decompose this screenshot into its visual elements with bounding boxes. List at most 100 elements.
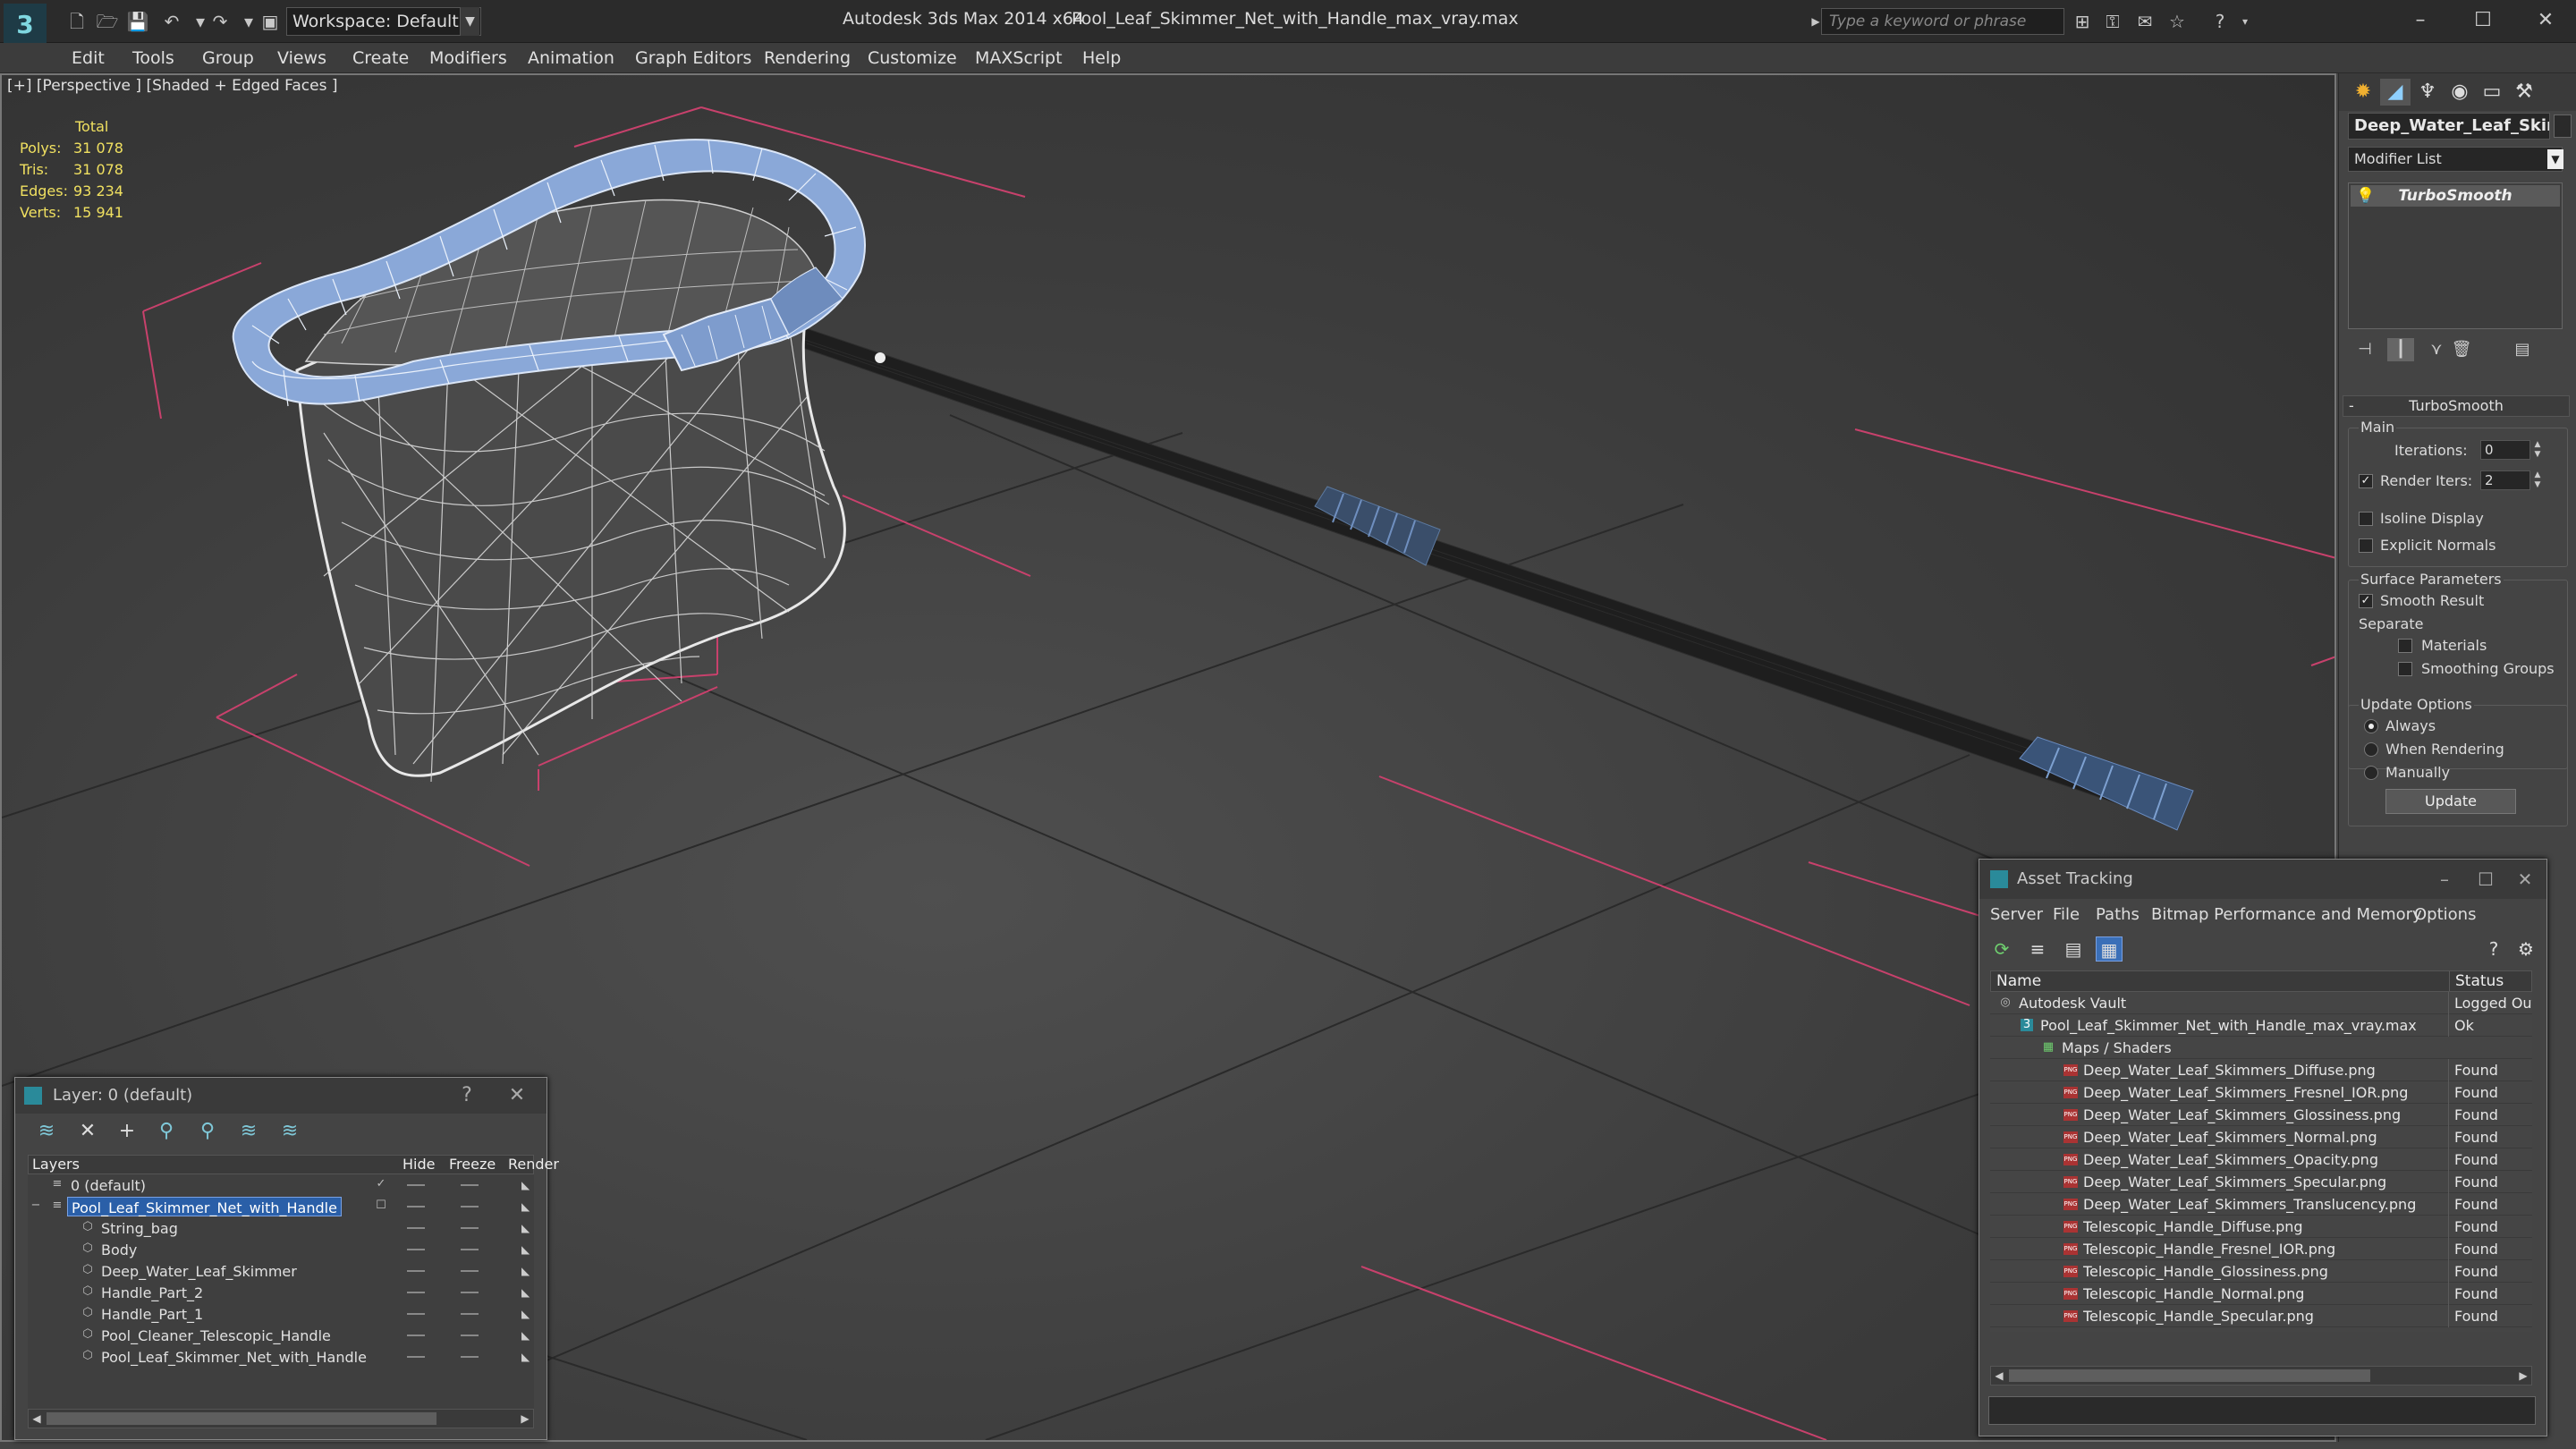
motion-tab-icon[interactable]: ◉: [2445, 79, 2475, 106]
detail-view-icon[interactable]: ▤: [2060, 936, 2087, 962]
create-tab-icon[interactable]: ✹: [2348, 79, 2378, 106]
explicit-normals-checkbox[interactable]: [2359, 538, 2373, 553]
layer-row[interactable]: − ≡ Pool_Leaf_Skimmer_Net_with_Handle ☐ ◣: [28, 1196, 534, 1217]
spinner-arrows-icon[interactable]: ▲ ▼: [2532, 470, 2543, 490]
render-teapot-icon[interactable]: ◣: [521, 1286, 536, 1299]
utilities-tab-icon[interactable]: ⚒: [2509, 79, 2539, 106]
asset-row[interactable]: ◎ Autodesk Vault Logged Out ...: [1990, 992, 2532, 1014]
isoline-display-checkbox[interactable]: [2359, 512, 2373, 526]
menu-modifiers[interactable]: Modifiers: [429, 43, 507, 73]
select-objects-icon[interactable]: ⚲: [153, 1119, 180, 1144]
render-iters-checkbox[interactable]: ✓: [2359, 474, 2373, 488]
layer-window-title-bar[interactable]: Layer: 0 (default) ? ✕: [15, 1078, 547, 1114]
asset-row[interactable]: PNG Telescopic_Handle_Specular.png Found: [1990, 1305, 2532, 1327]
freeze-all-icon[interactable]: ≋: [276, 1119, 303, 1144]
freeze-toggle[interactable]: [461, 1292, 479, 1293]
stack-item-turbosmooth[interactable]: 💡 TurboSmooth: [2351, 185, 2560, 207]
collapse-icon[interactable]: -: [2349, 396, 2354, 416]
collapse-icon[interactable]: −: [30, 1199, 42, 1212]
object-color-swatch[interactable]: [2554, 114, 2572, 138]
menu-create[interactable]: Create: [352, 43, 409, 73]
column-header-render[interactable]: Render: [508, 1156, 559, 1174]
delete-layer-icon[interactable]: ✕: [74, 1119, 101, 1144]
undo-icon[interactable]: ↶: [159, 9, 184, 34]
menu-customize[interactable]: Customize: [868, 43, 957, 73]
hide-toggle[interactable]: [407, 1313, 425, 1315]
layer-row[interactable]: ⬡ Handle_Part_2 ◣: [28, 1282, 534, 1303]
menu-tools[interactable]: Tools: [132, 43, 174, 73]
menu-maxscript[interactable]: MAXScript: [975, 43, 1063, 73]
asset-row[interactable]: PNG Deep_Water_Leaf_Skimmers_Opacity.png F…: [1990, 1148, 2532, 1171]
project-folder-icon[interactable]: ▣: [258, 9, 283, 34]
freeze-toggle[interactable]: [461, 1335, 479, 1336]
hide-toggle[interactable]: [407, 1292, 425, 1293]
pin-stack-icon[interactable]: ⊣: [2351, 338, 2378, 361]
hide-toggle[interactable]: [407, 1249, 425, 1250]
chevron-down-icon[interactable]: ▼: [2547, 149, 2563, 169]
layer-row-name[interactable]: Handle_Part_1: [97, 1304, 207, 1324]
configure-sets-icon[interactable]: ▤: [2509, 338, 2536, 361]
render-teapot-icon[interactable]: ◣: [521, 1351, 536, 1363]
asset-row[interactable]: PNG Deep_Water_Leaf_Skimmers_Glossiness.p…: [1990, 1104, 2532, 1126]
spinner-arrows-icon[interactable]: ▲ ▼: [2532, 440, 2543, 460]
layer-row-name[interactable]: String_bag: [97, 1218, 182, 1238]
help-icon[interactable]: ?: [453, 1078, 480, 1114]
layer-row-name[interactable]: Handle_Part_2: [97, 1283, 207, 1302]
smoothing-groups-checkbox[interactable]: [2398, 662, 2412, 676]
layer-row-name[interactable]: Pool_Leaf_Skimmer_Net_with_Handle: [97, 1347, 370, 1367]
hide-toggle[interactable]: [407, 1356, 425, 1358]
scrollbar-thumb[interactable]: [47, 1412, 436, 1425]
remove-modifier-icon[interactable]: 🗑: [2448, 338, 2475, 361]
list-view-icon[interactable]: ≡: [2024, 936, 2051, 962]
menu-edit[interactable]: Edit: [72, 43, 105, 73]
layer-row[interactable]: ⬡ Deep_Water_Leaf_Skimmer ◣: [28, 1260, 534, 1282]
open-file-icon[interactable]: 🗁: [95, 9, 120, 34]
manually-radio[interactable]: [2364, 766, 2378, 780]
table-view-icon[interactable]: ▦: [2096, 936, 2123, 962]
make-unique-icon[interactable]: ⋎: [2423, 338, 2450, 361]
layer-row[interactable]: ⬡ Pool_Leaf_Skimmer_Net_with_Handle ◣: [28, 1346, 534, 1368]
menu-views[interactable]: Views: [277, 43, 326, 73]
layer-row-name[interactable]: Pool_Leaf_Skimmer_Net_with_Handle: [67, 1197, 342, 1216]
hide-toggle[interactable]: [407, 1184, 425, 1186]
hide-toggle[interactable]: [407, 1335, 425, 1336]
asset-menu-file[interactable]: File: [2053, 904, 2080, 926]
asset-row[interactable]: ▦ Maps / Shaders: [1990, 1037, 2532, 1059]
help-icon[interactable]: ?: [2207, 9, 2233, 34]
asset-menu-server[interactable]: Server: [1990, 904, 2043, 926]
column-header-hide[interactable]: Hide: [402, 1156, 435, 1174]
asset-menu-paths[interactable]: Paths: [2096, 904, 2140, 926]
freeze-toggle[interactable]: [461, 1206, 479, 1208]
help-dropdown-icon[interactable]: ▾: [2233, 9, 2258, 34]
render-teapot-icon[interactable]: ◣: [521, 1329, 536, 1342]
scrollbar-thumb[interactable]: [2009, 1369, 2370, 1382]
asset-row[interactable]: PNG Telescopic_Handle_Glossiness.png Found: [1990, 1260, 2532, 1283]
freeze-toggle[interactable]: [461, 1270, 479, 1272]
settings-icon[interactable]: ⚙: [2512, 936, 2539, 962]
scroll-left-icon[interactable]: ◀: [29, 1410, 45, 1428]
hide-all-icon[interactable]: ≋: [235, 1119, 262, 1144]
hide-toggle[interactable]: [407, 1270, 425, 1272]
render-teapot-icon[interactable]: ◣: [521, 1243, 536, 1256]
communication-icon[interactable]: ✉: [2132, 9, 2157, 34]
smooth-result-checkbox[interactable]: ✓: [2359, 594, 2373, 608]
turbosmooth-rollout-header[interactable]: - TurboSmooth: [2343, 395, 2570, 417]
asset-menu-bitmap-performance[interactable]: Bitmap Performance and Memory: [2151, 904, 2422, 926]
layer-row-name[interactable]: Pool_Cleaner_Telescopic_Handle: [97, 1326, 335, 1345]
modify-tab-icon[interactable]: ◢: [2380, 79, 2411, 106]
chevron-down-icon[interactable]: ▼: [460, 7, 479, 36]
materials-checkbox[interactable]: [2398, 639, 2412, 653]
highlight-layer-icon[interactable]: ⚲: [194, 1119, 221, 1144]
search-input[interactable]: Type a keyword or phrase: [1821, 8, 2064, 35]
asset-row[interactable]: PNG Deep_Water_Leaf_Skimmers_Fresnel_IOR.…: [1990, 1081, 2532, 1104]
render-teapot-icon[interactable]: ◣: [521, 1308, 536, 1320]
new-file-icon[interactable]: 🗋: [64, 9, 89, 34]
render-teapot-icon[interactable]: ◣: [521, 1179, 536, 1191]
asset-row[interactable]: PNG Deep_Water_Leaf_Skimmers_Translucency…: [1990, 1193, 2532, 1216]
update-button[interactable]: Update: [2385, 789, 2516, 814]
freeze-toggle[interactable]: [461, 1227, 479, 1229]
layer-horizontal-scrollbar[interactable]: ◀ ▶: [28, 1409, 534, 1428]
binoculars-icon[interactable]: ⊞: [2070, 9, 2095, 34]
freeze-toggle[interactable]: [461, 1249, 479, 1250]
refresh-icon[interactable]: ⟳: [1988, 936, 2015, 962]
